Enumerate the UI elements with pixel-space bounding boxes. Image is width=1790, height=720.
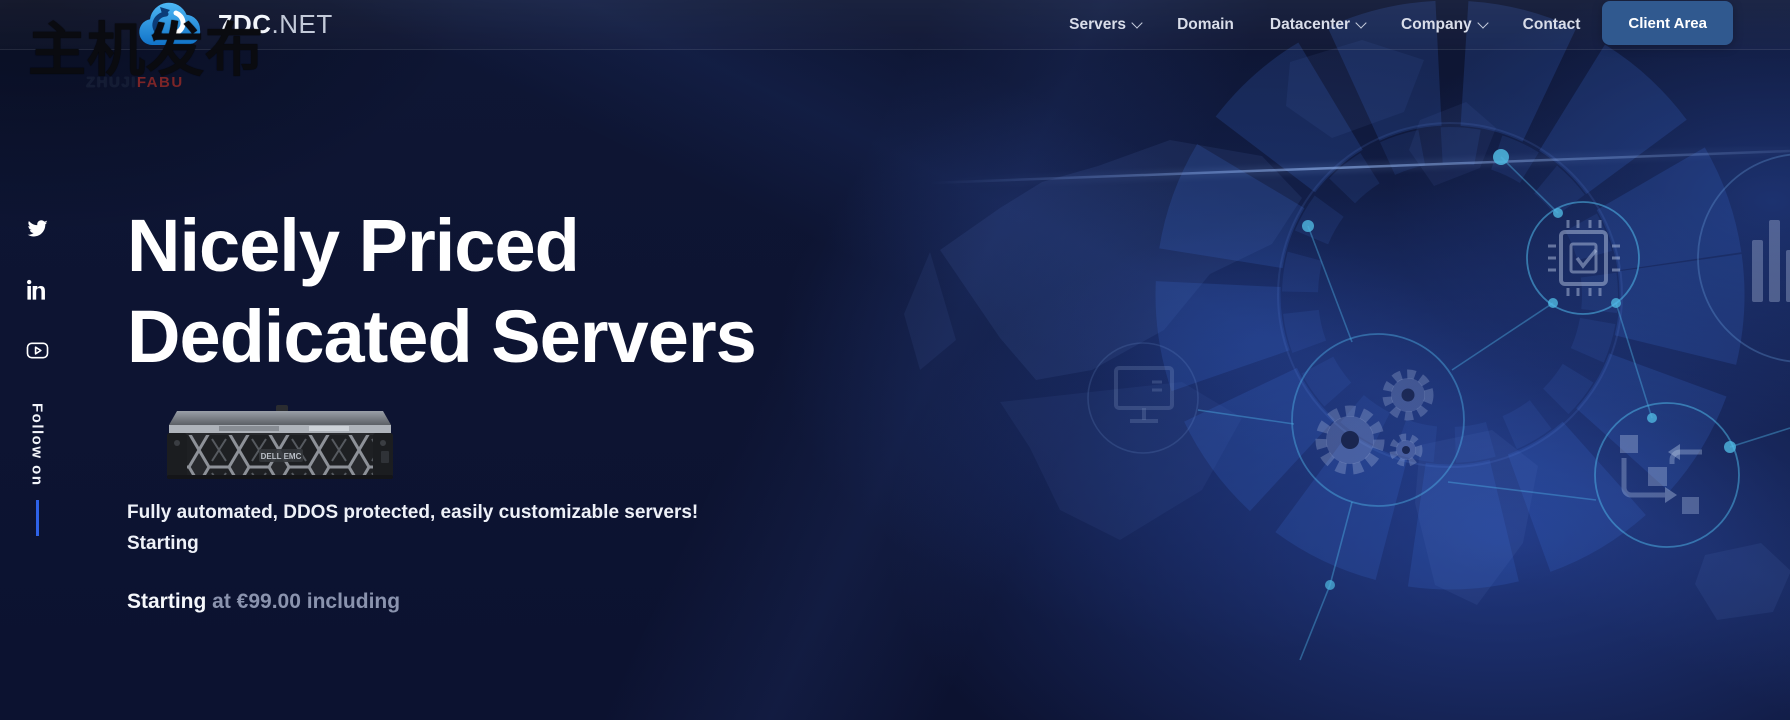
price-value: at €99.00 including bbox=[206, 590, 400, 613]
accent-line bbox=[36, 500, 39, 536]
logo-link[interactable]: 7DC.NET bbox=[130, 0, 333, 49]
svg-text:DELL EMC: DELL EMC bbox=[261, 452, 302, 461]
follow-on-label: Follow on bbox=[29, 403, 46, 486]
nav-item-servers[interactable]: Servers bbox=[1069, 16, 1141, 34]
logo-text-bold: 7DC bbox=[218, 9, 272, 39]
hero-section: 7DC.NET Servers Domain Datacenter Compan… bbox=[0, 0, 1790, 720]
nav-item-datacenter[interactable]: Datacenter bbox=[1270, 16, 1365, 34]
nav-item-company[interactable]: Company bbox=[1401, 16, 1487, 34]
hero-description: Fully automated, DDOS protected, easily … bbox=[127, 497, 756, 560]
price-line: Starting at €99.00 including bbox=[127, 590, 756, 614]
social-rail: Follow on bbox=[22, 218, 52, 536]
chevron-down-icon bbox=[1355, 17, 1366, 28]
chevron-down-icon bbox=[1477, 17, 1488, 28]
youtube-icon bbox=[26, 340, 49, 361]
page-title: Nicely PricedDedicated Servers bbox=[127, 200, 756, 382]
nav-item-domain[interactable]: Domain bbox=[1177, 16, 1234, 34]
server-image: DELL EMC bbox=[159, 399, 401, 481]
nav-item-contact[interactable]: Contact bbox=[1523, 16, 1581, 34]
cloud-sync-icon bbox=[130, 1, 214, 49]
top-navbar: 7DC.NET Servers Domain Datacenter Compan… bbox=[0, 0, 1790, 50]
linkedin-link[interactable] bbox=[27, 279, 48, 300]
main-menu: Servers Domain Datacenter Company Contac… bbox=[1069, 16, 1580, 34]
chevron-down-icon bbox=[1131, 17, 1142, 28]
hero-content: Nicely PricedDedicated Servers bbox=[127, 200, 756, 614]
twitter-icon bbox=[27, 218, 48, 239]
price-prefix: Starting bbox=[127, 590, 206, 613]
client-area-button[interactable]: Client Area bbox=[1602, 1, 1733, 45]
linkedin-icon bbox=[27, 279, 48, 300]
logo-text: 7DC.NET bbox=[218, 9, 333, 40]
logo-text-light: .NET bbox=[272, 9, 333, 39]
twitter-link[interactable] bbox=[27, 218, 48, 239]
youtube-link[interactable] bbox=[26, 340, 49, 361]
